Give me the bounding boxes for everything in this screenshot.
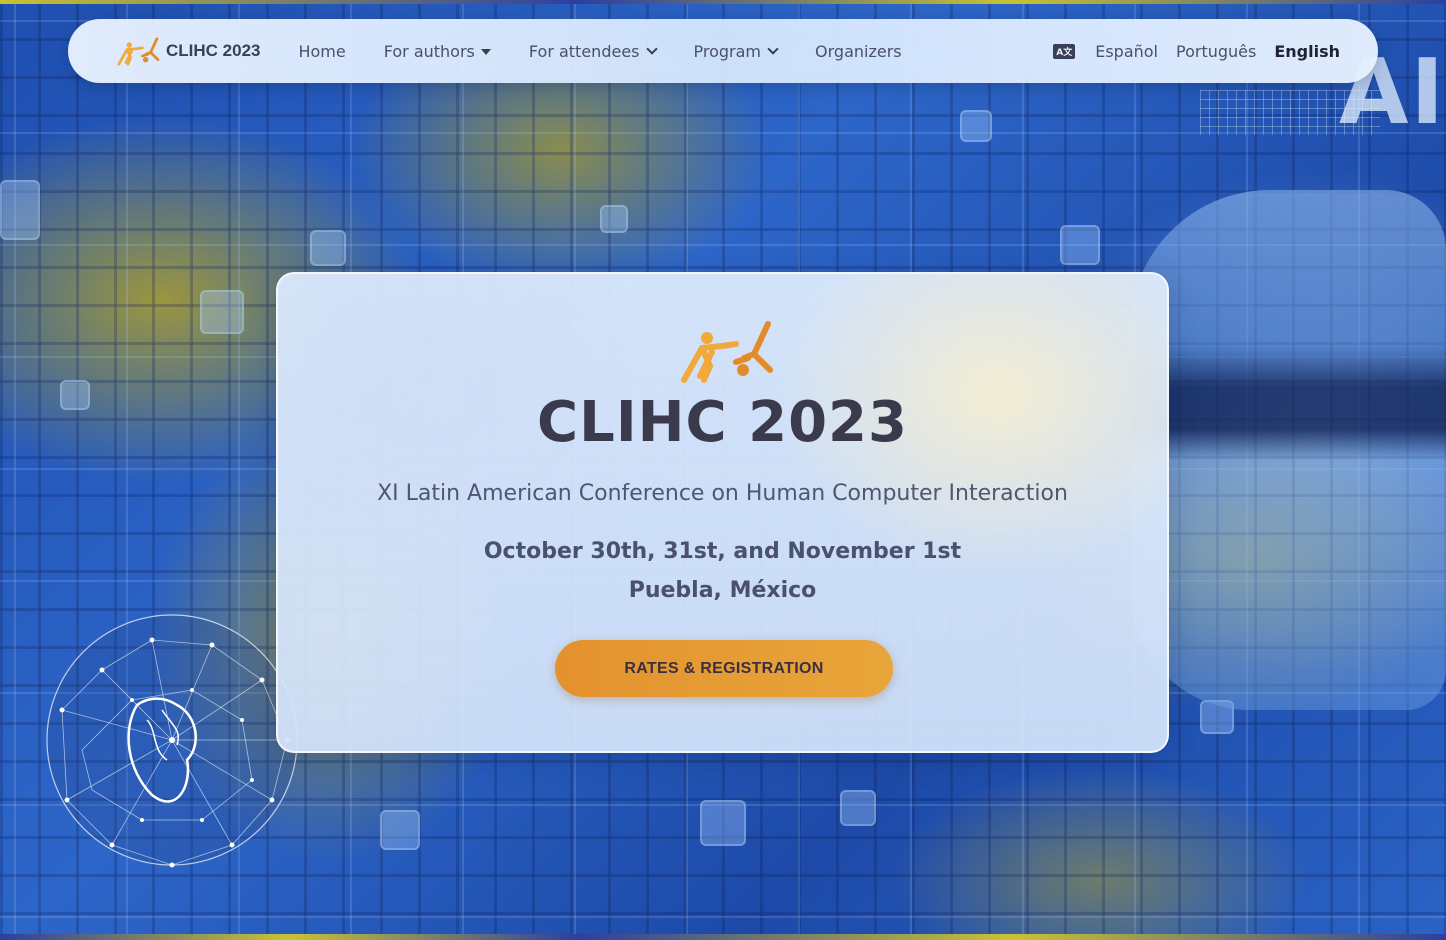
hero-title: CLIHC 2023 [537, 390, 908, 455]
people-falling-logo-icon [117, 37, 160, 66]
hero-card: CLIHC 2023 XI Latin American Conference … [276, 272, 1169, 753]
people-falling-logo-icon [681, 321, 773, 383]
nav-for-attendees-dropdown[interactable]: For attendees [529, 42, 658, 61]
lang-espanol[interactable]: Español [1095, 42, 1158, 61]
top-navbar: CLIHC 2023 Home For authors For attendee… [68, 19, 1378, 83]
rates-registration-button[interactable]: RATES & REGISTRATION [555, 640, 893, 697]
face-illustration [1130, 190, 1446, 710]
chevron-down-icon [645, 43, 658, 55]
lang-portugues[interactable]: Português [1176, 42, 1256, 61]
event-location: Puebla, México [628, 578, 817, 603]
event-dates: October 30th, 31st, and November 1st [483, 539, 962, 564]
nav-links: Home For authors For attendees Program O… [298, 42, 901, 61]
nav-home[interactable]: Home [298, 42, 345, 61]
language-switcher: A文 Español Português English [1053, 42, 1340, 61]
hero-subtitle: XI Latin American Conference on Human Co… [377, 481, 1068, 506]
brain-network-illustration [46, 614, 298, 868]
lang-english[interactable]: English [1274, 42, 1340, 61]
brand-link[interactable]: CLIHC 2023 [114, 36, 260, 66]
nav-program-dropdown[interactable]: Program [694, 42, 779, 61]
caret-down-icon [480, 49, 491, 55]
chevron-down-icon [767, 43, 779, 55]
brand-name: CLIHC 2023 [166, 41, 261, 60]
nav-organizers[interactable]: Organizers [815, 42, 902, 61]
nav-for-authors-dropdown[interactable]: For authors [384, 42, 491, 61]
translate-icon: A文 [1053, 43, 1076, 59]
